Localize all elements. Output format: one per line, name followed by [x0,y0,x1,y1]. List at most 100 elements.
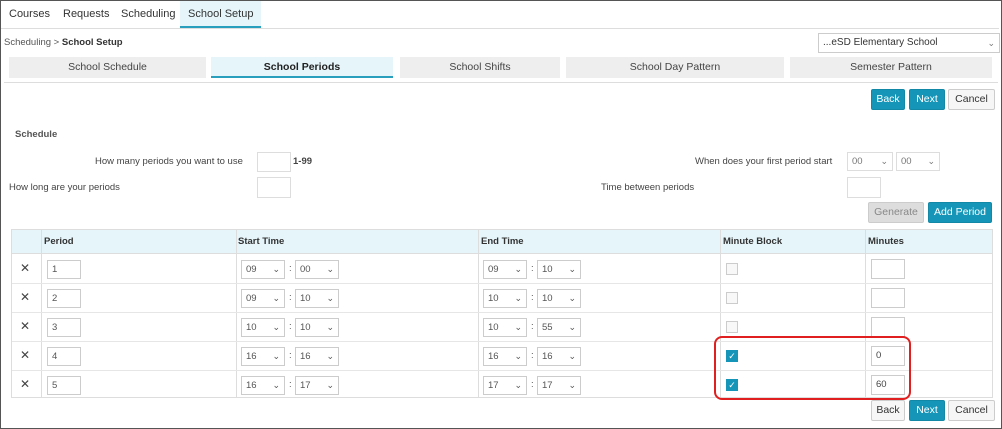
minutes-input[interactable] [871,288,905,308]
chevron-down-icon: ⌄ [987,38,995,48]
period-input[interactable]: 3 [47,318,81,337]
chevron-down-icon: ⌄ [272,264,280,274]
chevron-down-icon: ⌄ [568,322,576,332]
time-between-input[interactable] [847,177,881,198]
tab-school-shifts[interactable]: School Shifts [400,57,560,78]
chevron-down-icon: ⌄ [568,293,576,303]
end-minute-value: 17 [542,380,553,391]
breadcrumb-parent[interactable]: Scheduling [4,37,51,48]
chevron-down-icon: ⌄ [272,293,280,303]
tab-school-periods[interactable]: School Periods [211,57,393,78]
period-input[interactable]: 5 [47,376,81,395]
start-minute-select[interactable]: 00 ⌄ [295,260,339,279]
time-colon: : [531,292,534,303]
minute-block-checkbox[interactable] [726,263,738,275]
time-colon: : [289,263,292,274]
start-hour-select[interactable]: 09 ⌄ [241,289,285,308]
period-input[interactable]: 1 [47,260,81,279]
close-icon[interactable]: ✕ [20,290,30,304]
first-period-minute-select[interactable]: 00 ⌄ [896,152,940,171]
end-minute-select[interactable]: 10 ⌄ [537,260,581,279]
time-colon: : [531,379,534,390]
end-minute-value: 16 [542,351,553,362]
period-input[interactable]: 2 [47,289,81,308]
minute-block-checkbox[interactable] [726,321,738,333]
back-button[interactable]: Back [871,89,905,110]
periods-count-input[interactable] [257,152,291,172]
minutes-input[interactable] [871,317,905,337]
back-button-bottom[interactable]: Back [871,400,905,421]
tab-school-day-pattern[interactable]: School Day Pattern [566,57,784,78]
chevron-down-icon: ⌄ [326,322,334,332]
header-period: Period [44,236,74,247]
start-hour-value: 10 [246,322,257,333]
nav-school-setup[interactable]: School Setup [180,1,262,28]
start-hour-value: 09 [246,264,257,275]
start-minute-select[interactable]: 17 ⌄ [295,376,339,395]
end-minute-select[interactable]: 10 ⌄ [537,289,581,308]
start-hour-value: 16 [246,351,257,362]
header-start-time: Start Time [238,236,285,247]
minute-block-checkbox[interactable] [726,292,738,304]
divider [4,82,998,83]
end-hour-select[interactable]: 09 ⌄ [483,260,527,279]
chevron-down-icon: ⌄ [927,156,935,166]
start-minute-value: 17 [300,380,311,391]
start-minute-select[interactable]: 10 ⌄ [295,289,339,308]
first-period-hour-select[interactable]: 00 ⌄ [847,152,893,171]
start-minute-value: 10 [300,293,311,304]
chevron-down-icon: ⌄ [272,322,280,332]
close-icon[interactable]: ✕ [20,377,30,391]
chevron-down-icon: ⌄ [514,351,522,361]
close-icon[interactable]: ✕ [20,348,30,362]
first-period-minute-value: 00 [901,156,912,167]
nav-courses[interactable]: Courses [1,1,58,28]
chevron-down-icon: ⌄ [880,156,888,166]
nav-requests[interactable]: Requests [55,1,117,28]
end-minute-select[interactable]: 16 ⌄ [537,347,581,366]
start-hour-select[interactable]: 09 ⌄ [241,260,285,279]
period-length-label: How long are your periods [9,182,120,193]
end-hour-select[interactable]: 10 ⌄ [483,289,527,308]
period-input[interactable]: 4 [47,347,81,366]
end-hour-select[interactable]: 10 ⌄ [483,318,527,337]
nav-scheduling[interactable]: Scheduling [113,1,183,28]
minutes-input[interactable] [871,259,905,279]
add-period-button[interactable]: Add Period [928,202,992,223]
start-hour-select[interactable]: 16 ⌄ [241,347,285,366]
chevron-down-icon: ⌄ [326,351,334,361]
school-select[interactable]: ...eSD Elementary School ⌄ [818,33,1000,53]
start-hour-select[interactable]: 10 ⌄ [241,318,285,337]
end-minute-value: 55 [542,322,553,333]
start-hour-value: 16 [246,380,257,391]
close-icon[interactable]: ✕ [20,319,30,333]
tab-semester-pattern[interactable]: Semester Pattern [790,57,992,78]
start-minute-value: 10 [300,322,311,333]
end-hour-select[interactable]: 17 ⌄ [483,376,527,395]
end-minute-value: 10 [542,293,553,304]
tab-school-schedule[interactable]: School Schedule [9,57,206,78]
start-hour-select[interactable]: 16 ⌄ [241,376,285,395]
start-minute-select[interactable]: 10 ⌄ [295,318,339,337]
top-nav: Courses Requests Scheduling School Setup [1,1,999,29]
end-hour-select[interactable]: 16 ⌄ [483,347,527,366]
next-button-bottom[interactable]: Next [909,400,945,421]
table-header: Period Start Time End Time Minute Block … [12,230,992,254]
highlight-annotation [714,336,911,400]
start-minute-select[interactable]: 16 ⌄ [295,347,339,366]
period-length-input[interactable] [257,177,291,198]
time-colon: : [531,263,534,274]
chevron-down-icon: ⌄ [272,351,280,361]
chevron-down-icon: ⌄ [514,293,522,303]
end-minute-value: 10 [542,264,553,275]
table-row: ✕ 2 09 ⌄ : 10 ⌄ 10 ⌄ : 10 ⌄ [12,284,992,313]
end-minute-select[interactable]: 55 ⌄ [537,318,581,337]
generate-button[interactable]: Generate [868,202,924,223]
cancel-button-bottom[interactable]: Cancel [948,400,995,421]
end-minute-select[interactable]: 17 ⌄ [537,376,581,395]
cancel-button[interactable]: Cancel [948,89,995,110]
next-button[interactable]: Next [909,89,945,110]
start-minute-value: 16 [300,351,311,362]
end-hour-value: 09 [488,264,499,275]
close-icon[interactable]: ✕ [20,261,30,275]
